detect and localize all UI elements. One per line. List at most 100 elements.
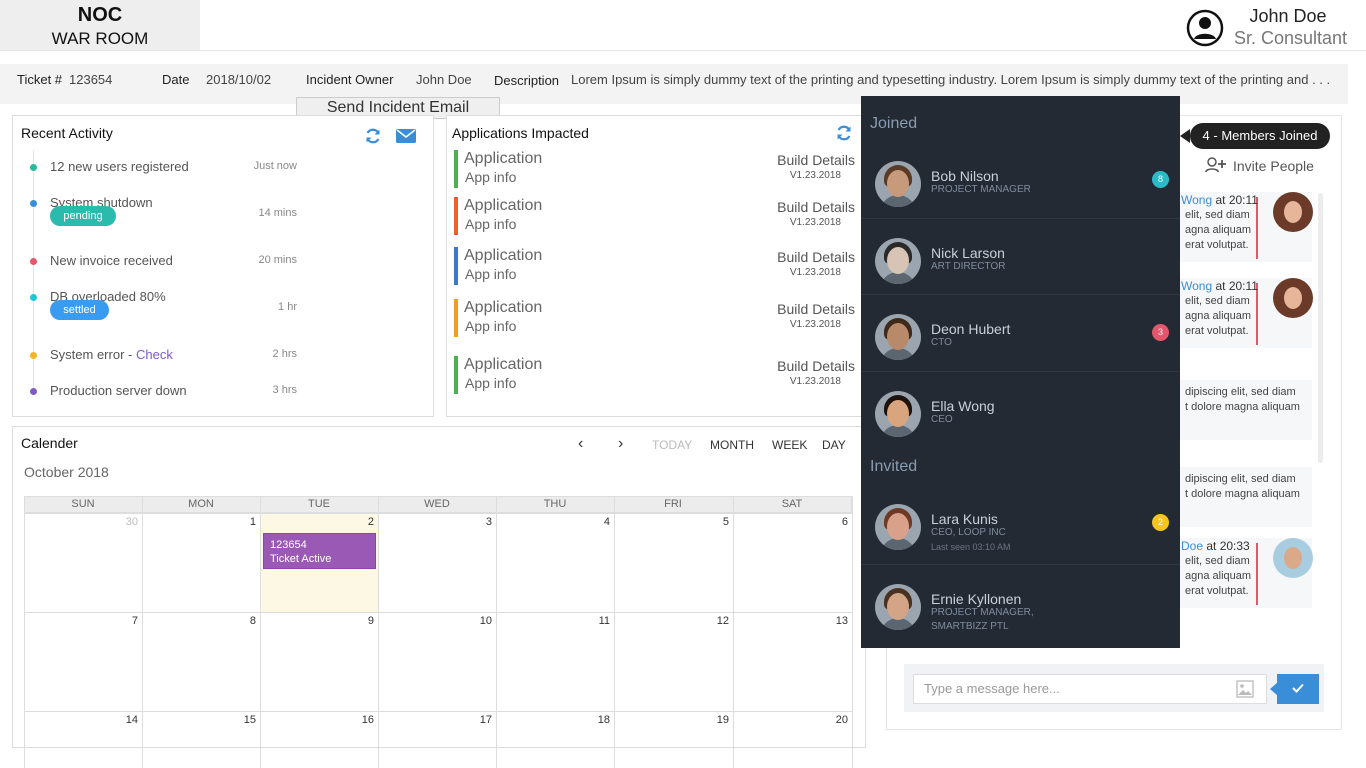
member-name[interactable]: Ella Wong	[931, 398, 995, 414]
calendar-day-number[interactable]: 2	[354, 516, 374, 528]
calendar-day-number[interactable]: 30	[118, 516, 138, 528]
calendar-next-button[interactable]: ›	[618, 435, 623, 453]
notification-badge: 2	[1152, 514, 1169, 531]
calendar-day-number[interactable]: 16	[354, 714, 374, 726]
message-text: elit, sed diam	[1185, 555, 1250, 567]
message-author-name[interactable]: Wong	[1181, 279, 1212, 293]
calendar-day-number[interactable]: 1	[236, 516, 256, 528]
ticket-number-value: 123654	[69, 72, 113, 87]
app-color-bar	[454, 150, 458, 188]
calendar-day-number[interactable]: 6	[828, 516, 848, 528]
image-icon[interactable]	[1236, 680, 1254, 698]
invite-people-label: Invite People	[1233, 158, 1314, 174]
build-version: V1.23.2018	[789, 170, 841, 181]
member-avatar[interactable]	[875, 504, 921, 550]
member-divider	[861, 564, 1180, 565]
message-text: erat volutpat.	[1185, 239, 1249, 251]
calendar-day-number[interactable]: 11	[590, 615, 610, 627]
calendar-column-divider	[24, 496, 25, 768]
date-value: 2018/10/02	[206, 72, 272, 87]
member-avatar[interactable]	[875, 238, 921, 284]
calendar-prev-button[interactable]: ‹	[578, 435, 583, 453]
calendar-day-number[interactable]: 20	[828, 714, 848, 726]
message-text: agna aliquam	[1185, 224, 1252, 236]
member-avatar[interactable]	[875, 161, 921, 207]
calendar-today-button[interactable]: TODAY	[652, 438, 692, 452]
activity-time: 20 mins	[258, 254, 297, 266]
member-divider	[861, 294, 1180, 295]
brand-line2: WAR ROOM	[51, 29, 149, 48]
calendar-day-number[interactable]: 8	[236, 615, 256, 627]
member-role: CTO	[931, 337, 952, 348]
calendar-day-number[interactable]: 18	[590, 714, 610, 726]
calendar-day-number[interactable]: 9	[354, 615, 374, 627]
calendar-day-number[interactable]: 17	[472, 714, 492, 726]
date-label: Date	[162, 72, 190, 87]
mail-icon[interactable]	[396, 128, 416, 149]
member-name[interactable]: Lara Kunis	[931, 511, 998, 527]
invite-people-button[interactable]: Invite People	[1205, 157, 1314, 174]
chat-avatar[interactable]	[1273, 278, 1313, 318]
message-author-name[interactable]: Doe	[1181, 539, 1203, 553]
calendar-day-number[interactable]: 10	[472, 615, 492, 627]
calendar-day-number[interactable]: 12	[709, 615, 729, 627]
message-time: at 20:11	[1212, 279, 1258, 293]
status-badge: pending	[50, 206, 116, 226]
user-avatar-icon[interactable]	[1186, 9, 1224, 47]
day-of-week-header: SUN	[71, 498, 95, 510]
calendar-day-number[interactable]: 19	[709, 714, 729, 726]
activity-time: 14 mins	[258, 207, 297, 219]
avatar-face	[887, 593, 909, 620]
timeline-dot	[30, 200, 37, 207]
calendar-day-number[interactable]: 7	[118, 615, 138, 627]
calendar-month-view-button[interactable]: MONTH	[710, 438, 754, 452]
user-role: Sr. Consultant	[1233, 28, 1348, 48]
calendar-week-view-button[interactable]: WEEK	[772, 438, 807, 452]
app-name[interactable]: Application	[464, 247, 542, 265]
app-name[interactable]: Application	[464, 197, 542, 215]
calendar-column-divider	[496, 496, 497, 768]
build-details-link[interactable]: Build Details	[765, 199, 855, 215]
build-details-link[interactable]: Build Details	[765, 358, 855, 374]
member-name[interactable]: Nick Larson	[931, 245, 1005, 261]
calendar-day-number[interactable]: 15	[236, 714, 256, 726]
member-role: ART DIRECTOR	[931, 261, 1006, 272]
chat-avatar[interactable]	[1273, 538, 1313, 578]
app-name[interactable]: Application	[464, 356, 542, 374]
message-author-name[interactable]: Wong	[1181, 193, 1212, 207]
build-details-link[interactable]: Build Details	[765, 152, 855, 168]
message-input[interactable]: Type a message here...	[913, 674, 1267, 704]
members-joined-pill[interactable]: 4 - Members Joined	[1190, 123, 1330, 149]
refresh-icon[interactable]	[835, 124, 853, 147]
member-avatar[interactable]	[875, 391, 921, 437]
build-details-link[interactable]: Build Details	[765, 249, 855, 265]
member-avatar[interactable]	[875, 314, 921, 360]
member-name[interactable]: Deon Hubert	[931, 321, 1010, 337]
app-name[interactable]: Application	[464, 299, 542, 317]
member-name[interactable]: Ernie Kyllonen	[931, 591, 1021, 607]
calendar-day-number[interactable]: 5	[709, 516, 729, 528]
member-avatar[interactable]	[875, 584, 921, 630]
member-name[interactable]: Bob Nilson	[931, 168, 999, 184]
chat-scrollbar[interactable]	[1318, 193, 1323, 463]
calendar-day-number[interactable]: 4	[590, 516, 610, 528]
activity-time: 3 hrs	[272, 384, 297, 396]
build-details-link[interactable]: Build Details	[765, 301, 855, 317]
chat-avatar[interactable]	[1273, 192, 1313, 232]
calendar-day-number[interactable]: 3	[472, 516, 492, 528]
calendar-event[interactable]: 123654 Ticket Active	[263, 533, 376, 569]
owner-label: Incident Owner	[306, 72, 394, 87]
calendar-day-number[interactable]: 14	[118, 714, 138, 726]
day-of-week-header: WED	[424, 498, 450, 510]
refresh-icon[interactable]	[364, 127, 382, 150]
app-name[interactable]: Application	[464, 150, 542, 168]
calendar-day-view-button[interactable]: DAY	[822, 438, 846, 452]
message-time: at 20:11	[1212, 193, 1258, 207]
calendar-day-number[interactable]: 13	[828, 615, 848, 627]
send-message-button[interactable]	[1277, 674, 1319, 704]
timeline-dot	[30, 388, 37, 395]
member-divider	[861, 218, 1180, 219]
avatar-face	[887, 247, 909, 274]
avatar-face	[887, 400, 909, 427]
activity-link[interactable]: Check	[136, 347, 173, 362]
